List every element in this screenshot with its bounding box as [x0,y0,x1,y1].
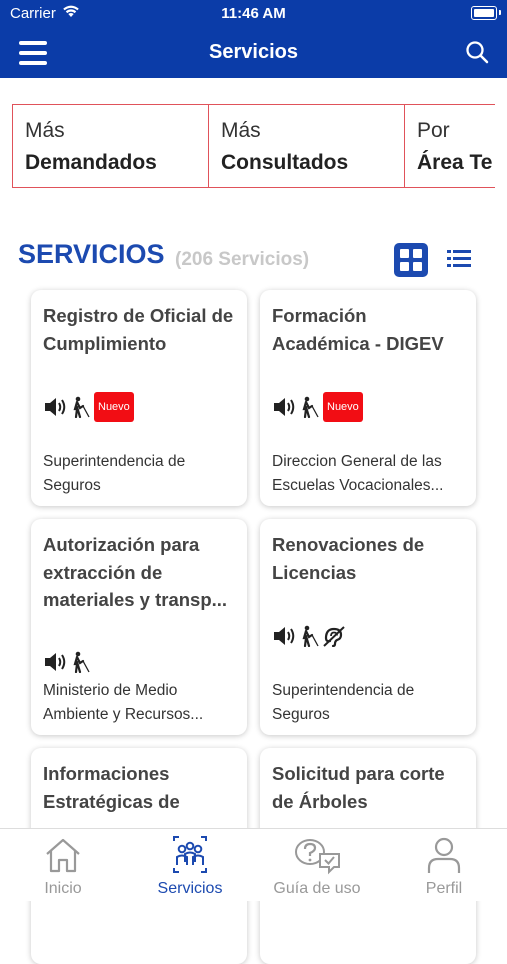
blind-person-icon [73,396,90,418]
category-label: Demandados [25,151,157,174]
new-badge: Nuevo [94,392,134,422]
accessibility-icons [43,647,90,677]
help-chat-icon [295,839,340,875]
service-card[interactable]: Formación Académica - DIGEV Nuevo Direcc… [260,290,476,506]
speaker-icon [45,398,66,416]
tab-label: Inicio [44,880,82,897]
tab-label: Guía de uso [273,880,361,897]
service-title: Renovaciones de Licencias [272,534,425,583]
service-title: Autorización para extracción de material… [43,534,228,610]
service-title: Solicitud para corte de Árboles [272,763,445,812]
clock: 11:46 AM [221,5,286,22]
service-title: Formación Académica - DIGEV [272,305,444,354]
tab-label: Servicios [157,880,223,897]
service-organization: Superintendencia de Seguros [43,453,186,494]
service-card[interactable]: Autorización para extracción de material… [31,519,247,735]
people-group-icon [173,836,207,873]
accessibility-icons [272,621,346,651]
search-icon[interactable] [465,40,489,64]
category-most-consulted[interactable]: Más Consultados [208,104,405,188]
blind-person-icon [73,651,90,673]
accessibility-icons: Nuevo [272,392,363,422]
category-prefix: Por [417,119,450,142]
nav-bar: Servicios [0,28,507,78]
category-prefix: Más [221,119,261,142]
service-organization: Superintendencia de Seguros [272,682,415,723]
service-title: Registro de Oficial de Cumplimiento [43,305,234,354]
service-title: Informaciones Estratégicas de [43,763,180,812]
tab-perfil[interactable]: Perfil [381,829,507,901]
category-carousel[interactable]: Más Demandados Más Consultados Por Área … [12,104,495,190]
category-prefix: Más [25,119,65,142]
status-bar: Carrier 11:46 AM [0,0,507,28]
user-icon [427,837,461,873]
blind-person-icon [302,625,319,647]
service-organization: Ministerio de Medio Ambiente y Recursos.… [43,682,204,723]
category-label: Área Te [417,151,493,174]
blind-person-icon [302,396,319,418]
category-most-demanded[interactable]: Más Demandados [12,104,209,188]
tab-guia-de-uso[interactable]: Guía de uso [254,829,380,901]
tab-servicios[interactable]: Servicios [127,829,253,901]
section-title: SERVICIOS [18,239,165,269]
category-label: Consultados [221,151,349,174]
category-by-area[interactable]: Por Área Te [404,104,495,188]
tab-bar: Inicio Servicios Guía de uso Perfil [0,828,507,901]
hearing-impaired-icon [323,626,345,647]
speaker-icon [45,653,66,671]
page-title: Servicios [209,41,298,63]
service-card[interactable]: Renovaciones de Licencias Superintendenc… [260,519,476,735]
speaker-icon [274,398,295,416]
services-count: (206 Servicios) [175,249,310,270]
speaker-icon [274,627,295,645]
grid-view-icon[interactable] [394,243,428,277]
home-icon [46,838,80,873]
new-badge: Nuevo [323,392,363,422]
list-view-icon[interactable] [447,248,471,270]
service-card[interactable]: Registro de Oficial de Cumplimiento Nuev… [31,290,247,506]
service-organization: Direccion General de las Escuelas Vocaci… [272,453,444,494]
battery-icon [471,6,501,20]
accessibility-icons: Nuevo [43,392,134,422]
tab-label: Perfil [425,880,463,897]
tab-inicio[interactable]: Inicio [0,829,126,901]
